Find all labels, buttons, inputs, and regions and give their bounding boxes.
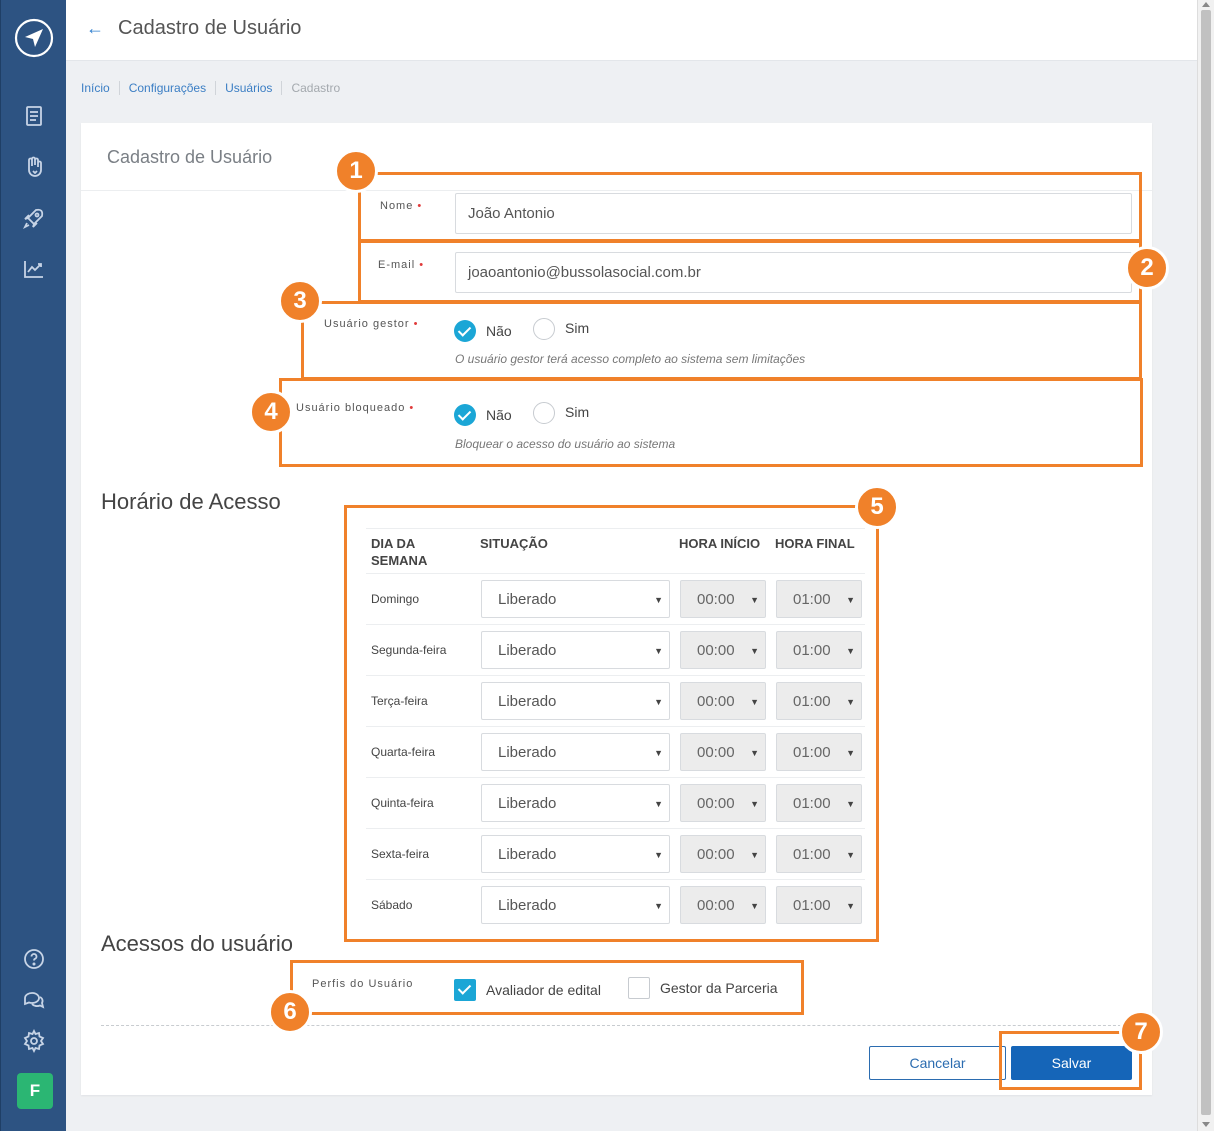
back-arrow-icon[interactable]: ←: [86, 18, 104, 39]
card-title: Cadastro de Usuário: [107, 147, 273, 167]
annotation-badge-2: 2: [1125, 246, 1169, 290]
breadcrumb-cadastro: Cadastro: [281, 81, 349, 95]
scrollbar[interactable]: [1197, 0, 1214, 1131]
document-icon[interactable]: [18, 100, 50, 132]
avatar[interactable]: F: [17, 1073, 53, 1109]
schedule-title: Horário de Acesso: [101, 489, 281, 514]
annotation-box-1: [358, 172, 1142, 242]
annotation-box-2: [358, 240, 1142, 303]
breadcrumb-usuarios[interactable]: Usuários: [215, 81, 281, 95]
chart-icon[interactable]: [18, 253, 50, 285]
annotation-badge-5: 5: [855, 485, 899, 529]
breadcrumb: Início Configurações Usuários Cadastro: [81, 80, 349, 96]
annotation-box-3: [301, 301, 1142, 380]
logo-icon[interactable]: [12, 16, 56, 60]
sidebar: F: [0, 0, 66, 1131]
dashed-divider: [101, 1025, 1141, 1026]
annotation-badge-4: 4: [249, 390, 293, 434]
annotation-badge-6: 6: [268, 990, 312, 1034]
access-title: Acessos do usuário: [101, 931, 293, 956]
breadcrumb-configuracoes[interactable]: Configurações: [118, 81, 215, 95]
page-title: Cadastro de Usuário: [118, 17, 302, 39]
annotation-box-5: [344, 505, 879, 942]
annotation-badge-1: 1: [334, 149, 378, 193]
cancel-button[interactable]: Cancelar: [869, 1046, 1006, 1080]
annotation-box-4: [279, 378, 1143, 467]
annotation-badge-7: 7: [1119, 1010, 1163, 1054]
rocket-icon[interactable]: [18, 202, 50, 234]
help-icon[interactable]: [18, 943, 50, 975]
annotation-box-6: [290, 960, 804, 1015]
scroll-up-icon[interactable]: [1202, 2, 1210, 7]
annotation-badge-3: 3: [278, 279, 322, 323]
top-header: ← Cadastro de Usuário: [66, 0, 1197, 61]
hand-heart-icon[interactable]: [18, 151, 50, 183]
scroll-thumb[interactable]: [1201, 10, 1211, 1115]
scroll-down-icon[interactable]: [1202, 1122, 1210, 1127]
breadcrumb-inicio[interactable]: Início: [81, 81, 119, 95]
gear-icon[interactable]: [18, 1025, 50, 1057]
chat-icon[interactable]: [18, 984, 50, 1016]
